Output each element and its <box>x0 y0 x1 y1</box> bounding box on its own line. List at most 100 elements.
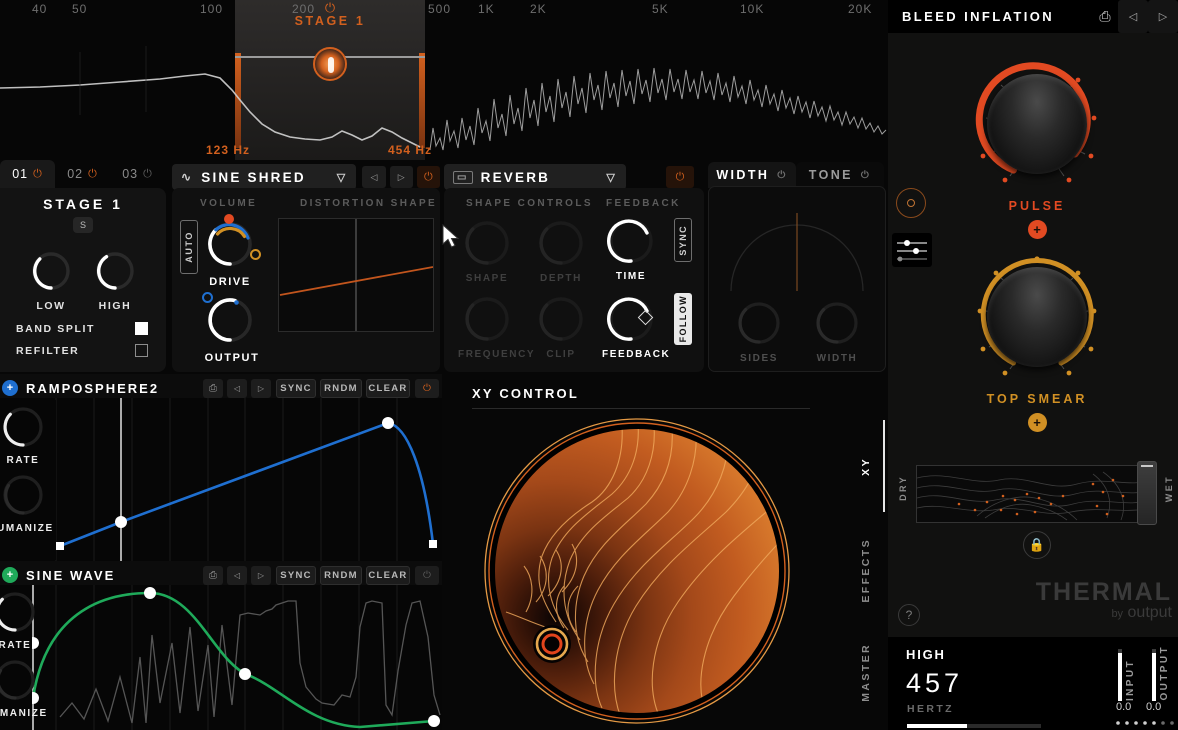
sync-button[interactable]: SYNC <box>674 218 692 262</box>
drive-mod-dot-red[interactable] <box>224 214 234 224</box>
width-knob-dial[interactable] <box>813 299 861 347</box>
drive-mod-ring-amber[interactable] <box>250 249 261 260</box>
sides-knob-dial[interactable] <box>735 299 783 347</box>
high-knob[interactable]: HIGH <box>93 249 137 312</box>
power-icon[interactable]: ⏻ <box>88 168 98 181</box>
lfo1-clear-button[interactable]: CLEAR <box>366 378 410 398</box>
stage-tab-01[interactable]: 01 ⏻ <box>0 160 55 188</box>
tab-tone[interactable]: TONE ⏻ <box>796 162 884 188</box>
lfo1-curve[interactable] <box>0 398 442 562</box>
reverb-knob-feedback[interactable]: FEEDBACK <box>602 294 669 360</box>
checkbox[interactable] <box>135 344 148 357</box>
lfo1-rndm-button[interactable]: RNDM <box>320 378 362 398</box>
xy-pad-icon[interactable] <box>896 188 926 218</box>
sides-knob[interactable]: SIDES <box>735 299 783 364</box>
macro-save-button[interactable]: ⎙ <box>1092 4 1118 30</box>
pulse-add-button[interactable]: + <box>1027 220 1047 239</box>
lfo1-sync-button[interactable]: SYNC <box>276 378 316 398</box>
high-knob-dial[interactable] <box>93 249 137 293</box>
lfo2-editor[interactable]: RATE HUMANIZE <box>0 585 442 730</box>
output-knob[interactable]: OUTPUT <box>202 292 260 364</box>
help-icon[interactable]: ? <box>898 604 920 626</box>
lfo2-sync-button[interactable]: SYNC <box>276 565 316 585</box>
stage-checkboxes[interactable]: BAND SPLIT REFILTER <box>0 322 166 357</box>
reverb-power-button[interactable]: ⏻ <box>666 166 694 188</box>
stage-tab-03[interactable]: 03 ⏻ <box>110 160 165 188</box>
distortion-curve-display[interactable] <box>278 218 434 332</box>
knob-dial[interactable] <box>532 218 590 268</box>
distortion-prev-button[interactable]: ◁ <box>362 166 386 188</box>
stage-tabs[interactable]: 01 ⏻ 02 ⏻ 03 ⏻ <box>0 160 165 188</box>
reverb-knob-clip[interactable]: CLIP <box>532 294 590 360</box>
chevron-down-icon[interactable]: ▽ <box>606 171 617 184</box>
lfo1-editor[interactable]: RATE HUMANIZE <box>0 398 442 562</box>
distortion-power-button[interactable]: ⏻ <box>416 166 441 188</box>
lfo2-save-button[interactable]: ⎙ <box>203 565 223 585</box>
xy-side-tabs[interactable]: XY EFFECTS MASTER <box>847 416 885 722</box>
sliders-icon[interactable] <box>892 233 932 267</box>
output-mod-ring-blue[interactable] <box>202 292 213 303</box>
knob-dial[interactable] <box>458 294 516 344</box>
reverb-knob-time[interactable]: TIME <box>602 216 660 282</box>
checkbox[interactable] <box>135 322 148 335</box>
lfo2-humanize-knob[interactable] <box>0 657 42 703</box>
stage-check-row[interactable]: REFILTER <box>0 344 166 357</box>
xy-side-tab-master[interactable]: MASTER <box>847 622 885 722</box>
drive-knob[interactable]: DRIVE <box>204 214 261 288</box>
lfo1-add-icon[interactable]: + <box>2 380 18 396</box>
power-icon[interactable]: ⏻ <box>861 170 871 181</box>
stage-check-row[interactable]: BAND SPLIT <box>0 322 166 335</box>
lfo1-humanize-knob[interactable] <box>0 472 50 518</box>
status-progress-track[interactable] <box>907 724 1041 728</box>
lfo1-prev-button[interactable]: ◁ <box>227 378 247 398</box>
low-knob[interactable]: LOW <box>29 249 73 312</box>
pulse-knob-cap[interactable] <box>987 74 1087 174</box>
lfo2-add-icon[interactable]: + <box>2 567 18 583</box>
distortion-preset-selector[interactable]: ∿ SINE SHRED ▽ <box>172 164 357 190</box>
drive-knob-dial[interactable] <box>204 218 256 270</box>
macro-prev-button[interactable]: ◁ <box>1118 0 1148 33</box>
spectrum-analyzer[interactable]: ⏻ STAGE 1 40 50 100 200 500 1K 2K 5K 10K 20K 123 … <box>0 0 888 160</box>
lock-icon[interactable]: 🔒 <box>1023 531 1051 559</box>
lfo2-curve[interactable] <box>0 585 442 730</box>
xy-side-tab-xy[interactable]: XY <box>847 416 885 516</box>
mix-slider-track[interactable] <box>916 465 1152 523</box>
reverb-preset-selector[interactable]: ▭ REVERB ▽ <box>444 164 626 190</box>
reverb-knob-shape[interactable]: SHAPE <box>458 218 516 284</box>
macro-next-button[interactable]: ▷ <box>1148 0 1178 33</box>
follow-button[interactable]: FOLLOW <box>674 293 692 345</box>
reverb-knob-frequency[interactable]: FREQUENCY <box>458 294 534 360</box>
power-icon[interactable]: ⏻ <box>33 168 43 181</box>
knob-dial[interactable] <box>532 294 590 344</box>
knob-dial[interactable] <box>602 216 660 266</box>
lfo2-rate-knob[interactable] <box>0 589 42 635</box>
reverb-knob-depth[interactable]: DEPTH <box>532 218 590 284</box>
tab-width[interactable]: WIDTH ⏻ <box>708 162 796 188</box>
lfo1-knobs[interactable]: RATE HUMANIZE <box>0 400 56 560</box>
top-smear-knob-cap[interactable] <box>987 267 1087 367</box>
power-icon[interactable]: ⏻ <box>143 168 153 181</box>
lfo1-save-button[interactable]: ⎙ <box>203 378 223 398</box>
top-smear-add-button[interactable]: + <box>1027 413 1047 432</box>
band-handle[interactable] <box>313 47 347 81</box>
width-tone-tabs[interactable]: WIDTH ⏻ TONE ⏻ <box>708 162 884 188</box>
pulse-knob[interactable] <box>971 58 1103 190</box>
power-icon[interactable]: ⏻ <box>777 170 787 181</box>
auto-button[interactable]: AUTO <box>180 220 198 274</box>
lfo2-clear-button[interactable]: CLEAR <box>366 565 410 585</box>
xy-pad[interactable] <box>472 416 802 726</box>
resize-grip-icon[interactable] <box>1114 719 1178 730</box>
lfo2-power-button[interactable]: ⏻ <box>415 565 439 585</box>
top-smear-knob[interactable] <box>971 251 1103 383</box>
stage-tab-02[interactable]: 02 ⏻ <box>55 160 110 188</box>
lfo2-prev-button[interactable]: ◁ <box>227 565 247 585</box>
output-knob-dial[interactable] <box>204 294 256 346</box>
lfo2-next-button[interactable]: ▷ <box>251 565 271 585</box>
low-knob-dial[interactable] <box>29 249 73 293</box>
chevron-down-icon[interactable]: ▽ <box>337 171 348 184</box>
xy-side-tab-effects[interactable]: EFFECTS <box>847 520 885 620</box>
width-knob[interactable]: WIDTH <box>813 299 861 364</box>
solo-button[interactable]: S <box>73 217 93 233</box>
distortion-next-button[interactable]: ▷ <box>389 166 413 188</box>
knob-dial[interactable] <box>458 218 516 268</box>
